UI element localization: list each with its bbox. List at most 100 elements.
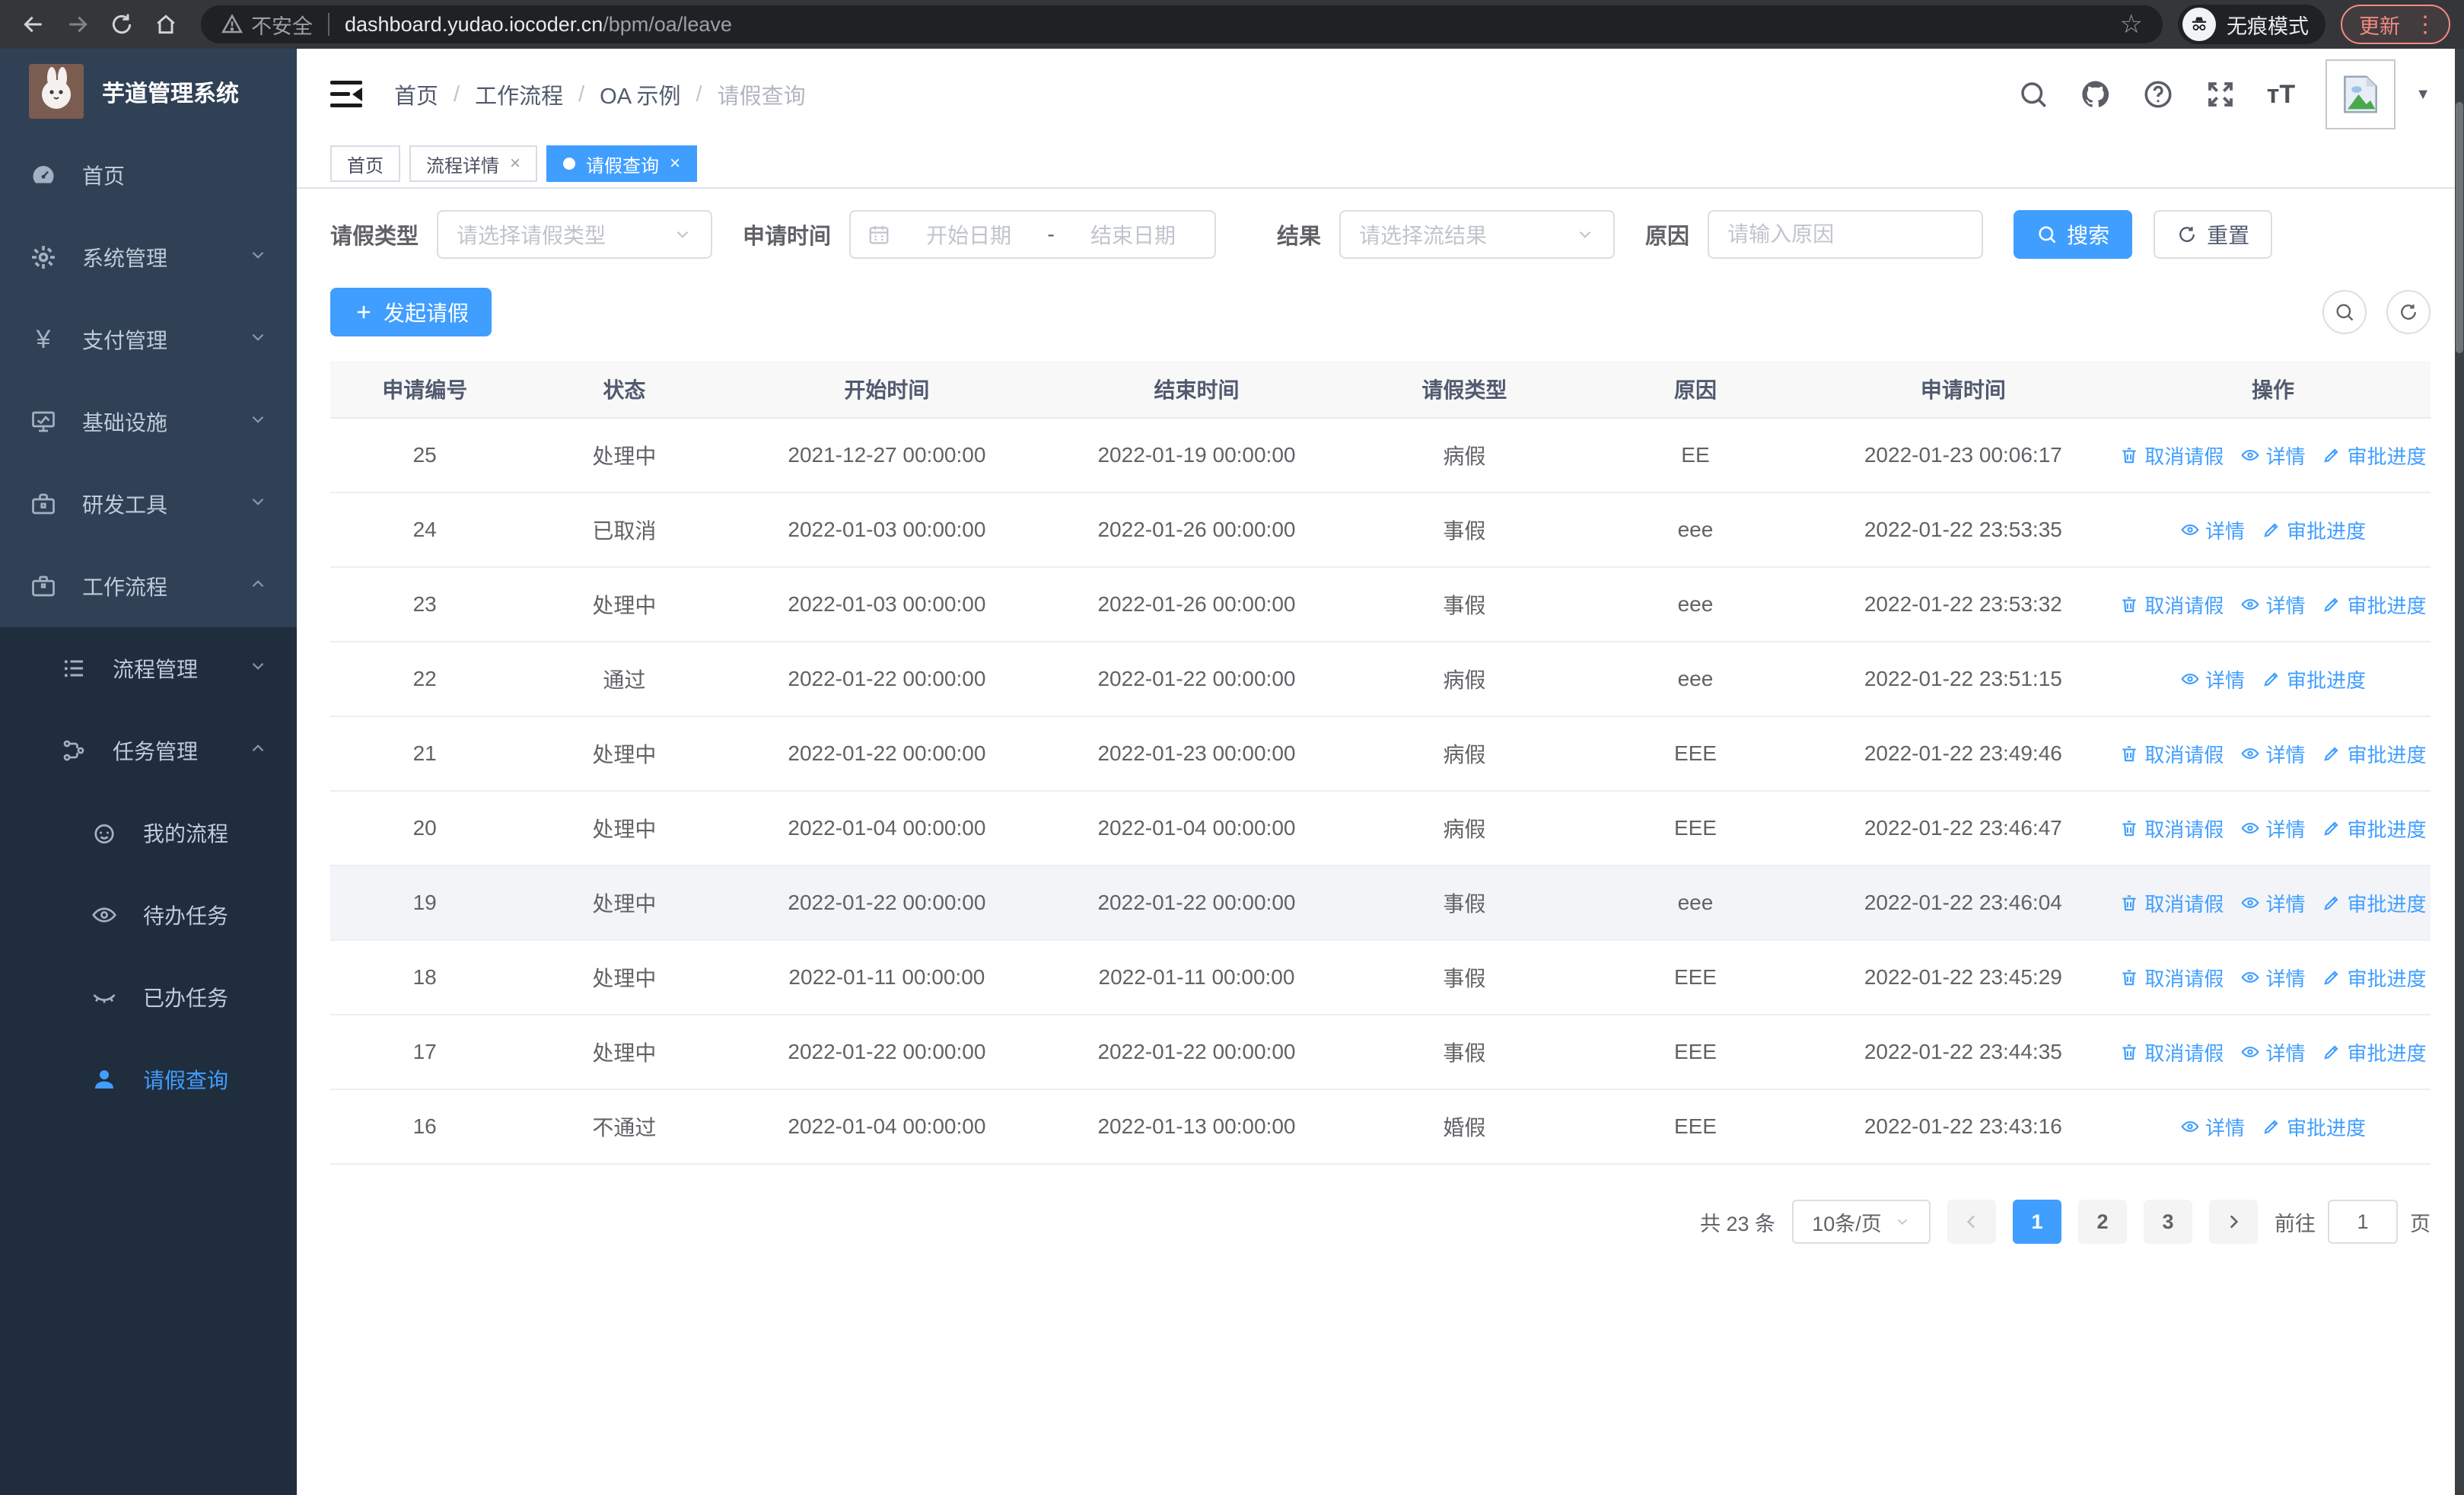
page-button-1[interactable]: 1: [2013, 1200, 2061, 1244]
scrollbar-thumb[interactable]: [2456, 102, 2463, 353]
row-action-progress[interactable]: 审批进度: [2322, 814, 2426, 843]
edit-icon: [2324, 598, 2339, 612]
row-action-detail[interactable]: 详情: [2240, 889, 2305, 917]
row-action-detail[interactable]: 详情: [2240, 441, 2305, 470]
browser-forward-button[interactable]: [58, 5, 97, 44]
page-size-value: 10条/页: [1812, 1212, 1882, 1235]
row-action-cancel[interactable]: 取消请假: [2119, 591, 2224, 619]
sidebar-item-done-tasks[interactable]: 已办任务: [0, 956, 297, 1038]
row-action-cancel[interactable]: 取消请假: [2119, 740, 2224, 768]
sidebar-item-todo-tasks[interactable]: 待办任务: [0, 874, 297, 956]
row-action-progress[interactable]: 审批进度: [2322, 964, 2426, 992]
close-icon[interactable]: ×: [510, 153, 520, 174]
sidebar-collapse-icon[interactable]: [330, 81, 362, 108]
row-action-cancel[interactable]: 取消请假: [2119, 889, 2224, 917]
cell-applied: 2022-01-22 23:53:32: [1864, 592, 2062, 616]
row-action-detail[interactable]: 详情: [2180, 1113, 2245, 1141]
reset-button[interactable]: 重置: [2154, 210, 2273, 259]
page-button-2[interactable]: 2: [2078, 1200, 2127, 1244]
user-avatar-broken-image[interactable]: [2326, 59, 2396, 129]
fullscreen-icon[interactable]: [2205, 78, 2236, 110]
row-action-detail[interactable]: 详情: [2240, 740, 2305, 768]
sidebar-logo[interactable]: 芋道管理系统: [0, 49, 297, 134]
leave-type-select[interactable]: 请选择请假类型: [437, 210, 713, 259]
breadcrumb-separator: /: [454, 81, 460, 107]
search-icon[interactable]: [2017, 78, 2049, 110]
row-action-cancel[interactable]: 取消请假: [2119, 1038, 2224, 1066]
row-action-cancel[interactable]: 取消请假: [2119, 814, 2224, 843]
row-action-progress[interactable]: 审批进度: [2322, 591, 2426, 619]
refresh-table-button[interactable]: [2386, 290, 2431, 334]
reason-input[interactable]: [1708, 210, 1984, 259]
next-page-button[interactable]: [2209, 1200, 2258, 1244]
sidebar-item-infra[interactable]: 基础设施: [0, 381, 297, 463]
sidebar-item-home[interactable]: 首页: [0, 134, 297, 216]
github-icon[interactable]: [2080, 78, 2112, 110]
browser-home-button[interactable]: [146, 5, 186, 44]
breadcrumb-workflow[interactable]: 工作流程: [475, 78, 563, 110]
tab-leave-query[interactable]: 请假查询 ×: [546, 145, 698, 182]
sidebar-item-workflow[interactable]: 工作流程: [0, 545, 297, 627]
browser-back-button[interactable]: [14, 5, 53, 44]
help-icon[interactable]: [2142, 78, 2174, 110]
sidebar-item-task-mgmt[interactable]: 任务管理: [0, 709, 297, 792]
browser-reload-button[interactable]: [102, 5, 142, 44]
browser-update-button[interactable]: 更新 ⋮: [2341, 5, 2450, 44]
close-icon[interactable]: ×: [670, 153, 680, 174]
cell-id: 23: [412, 592, 437, 616]
avatar-caret-icon[interactable]: ▼: [2415, 86, 2431, 104]
row-action-detail[interactable]: 详情: [2240, 964, 2305, 992]
bookmark-star-icon[interactable]: ☆: [2120, 9, 2143, 40]
row-action-progress[interactable]: 审批进度: [2262, 1113, 2366, 1141]
cell-type: 婚假: [1443, 1116, 1486, 1140]
cell-end: 2022-01-22 00:00:00: [1097, 891, 1296, 914]
not-secure-warning[interactable]: 不安全: [221, 10, 313, 40]
sidebar-item-leave-query[interactable]: 请假查询: [0, 1038, 297, 1120]
result-select[interactable]: 请选择流结果: [1339, 210, 1616, 259]
font-size-icon[interactable]: тT: [2267, 80, 2295, 110]
goto-page-input[interactable]: [2328, 1200, 2398, 1244]
row-action-cancel[interactable]: 取消请假: [2119, 964, 2224, 992]
create-leave-button[interactable]: 发起请假: [330, 288, 492, 336]
cell-end: 2022-01-13 00:00:00: [1097, 1114, 1296, 1138]
row-action-cancel[interactable]: 取消请假: [2119, 441, 2224, 470]
row-action-detail[interactable]: 详情: [2240, 814, 2305, 843]
edit-icon: [2324, 747, 2339, 761]
edit-icon: [2324, 971, 2339, 985]
column-header: 结束时间: [1154, 378, 1240, 402]
address-bar[interactable]: 不安全 dashboard.yudao.iocoder.cn/bpm/oa/le…: [201, 5, 2163, 43]
row-action-detail[interactable]: 详情: [2180, 665, 2245, 693]
toggle-search-button[interactable]: [2322, 290, 2367, 334]
app-shell: 芋道管理系统 首页 系统管理 ¥ 支付管理 基础设施 研发工具 工作流程 流程管…: [0, 49, 2464, 1495]
sidebar-item-payment[interactable]: ¥ 支付管理: [0, 298, 297, 381]
tab-home[interactable]: 首页: [330, 145, 400, 182]
row-action-progress[interactable]: 审批进度: [2262, 665, 2366, 693]
sidebar-item-my-process[interactable]: 我的流程: [0, 792, 297, 874]
page-button-3[interactable]: 3: [2144, 1200, 2192, 1244]
tab-process-detail[interactable]: 流程详情 ×: [409, 145, 538, 182]
row-action-progress[interactable]: 审批进度: [2322, 1038, 2426, 1066]
cell-reason: EEE: [1673, 1114, 1717, 1138]
row-action-detail[interactable]: 详情: [2240, 591, 2305, 619]
page-size-select[interactable]: 10条/页: [1792, 1200, 1931, 1244]
browser-scrollbar[interactable]: [2455, 49, 2464, 1495]
cell-end: 2022-01-22 00:00:00: [1097, 667, 1296, 690]
sidebar-item-label: 请假查询: [143, 1069, 229, 1092]
apply-time-range-picker[interactable]: 开始日期 - 结束日期: [849, 210, 1217, 259]
row-action-progress[interactable]: 审批进度: [2322, 889, 2426, 917]
sidebar-item-process-mgmt[interactable]: 流程管理: [0, 627, 297, 709]
reason-label: 原因: [1645, 225, 1690, 249]
row-action-detail[interactable]: 详情: [2180, 516, 2245, 544]
breadcrumb-home[interactable]: 首页: [394, 78, 438, 110]
page-unit: 页: [2410, 1212, 2431, 1235]
row-action-progress[interactable]: 审批进度: [2262, 516, 2366, 544]
table-row: 19 处理中 2022-01-22 00:00:00 2022-01-22 00:00…: [330, 866, 2431, 941]
search-button[interactable]: 搜索: [2014, 210, 2133, 259]
sidebar-item-system[interactable]: 系统管理: [0, 216, 297, 298]
browser-menu-icon[interactable]: ⋮: [2414, 11, 2437, 38]
row-action-progress[interactable]: 审批进度: [2322, 441, 2426, 470]
row-action-detail[interactable]: 详情: [2240, 1038, 2305, 1066]
sidebar-item-devtools[interactable]: 研发工具: [0, 463, 297, 545]
row-action-progress[interactable]: 审批进度: [2322, 740, 2426, 768]
prev-page-button[interactable]: [1947, 1200, 1996, 1244]
